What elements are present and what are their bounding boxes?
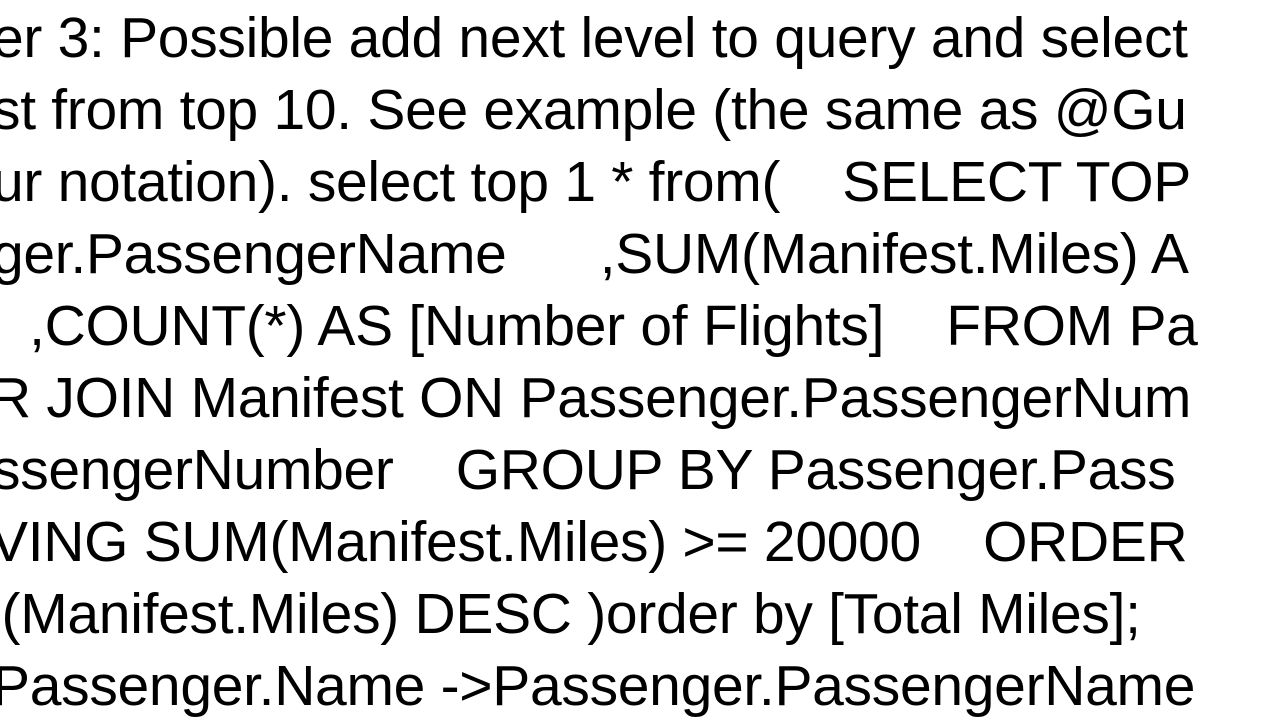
text-line-4: ger.PassengerName ,SUM(Manifest.Miles) A xyxy=(0,222,1189,286)
text-line-2: st from top 10. See example (the same as… xyxy=(0,78,1187,142)
text-line-5: ,COUNT(*) AS [Number of Flights] FROM Pa xyxy=(0,294,1198,358)
text-line-9: I(Manifest.Miles) DESC )order by [Total … xyxy=(0,582,1141,646)
text-line-7: ssengerNumber GROUP BY Passenger.Pass xyxy=(0,438,1176,502)
text-line-6: R JOIN Manifest ON Passenger.PassengerNu… xyxy=(0,366,1192,430)
text-line-8: VING SUM(Manifest.Miles) >= 20000 ORDER xyxy=(0,510,1188,574)
text-line-1: er 3: Possible add next level to query a… xyxy=(0,6,1188,70)
document-page: er 3: Possible add next level to query a… xyxy=(0,0,1280,720)
text-line-10: Passenger.Name ->Passenger.PassengerName xyxy=(0,654,1196,718)
text-line-3: ur notation). select top 1 * from( SELEC… xyxy=(0,150,1191,214)
